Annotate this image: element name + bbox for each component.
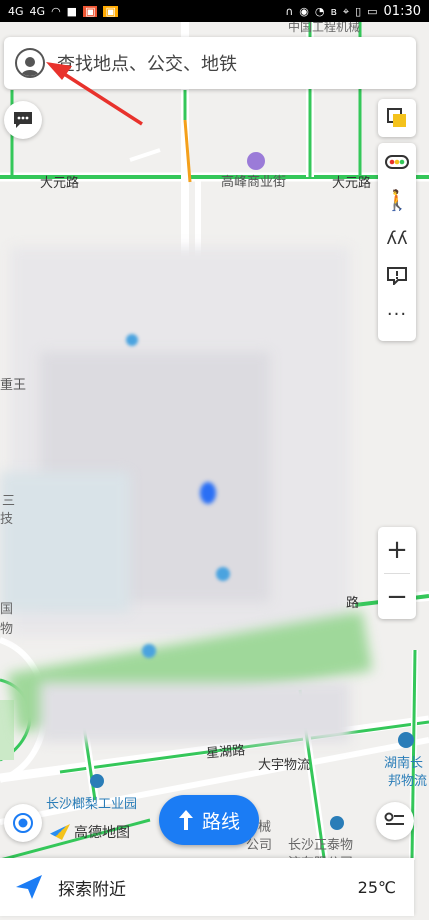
left-edge-label: 物 [0, 622, 14, 637]
avatar[interactable] [15, 48, 45, 78]
status-bar: 4G 4G ◠ ■ ▣ ▣ ∩ ◉ ◔ ʙ ⌖ ▯ ▭ 01:30 [0, 0, 429, 22]
search-bar[interactable]: 查找地点、公交、地铁 [4, 37, 416, 89]
road-label: 大元路 [332, 176, 372, 191]
amap-logo-icon [50, 824, 70, 840]
shopping-poi-icon[interactable] [247, 152, 265, 170]
explore-nearby-label: 探索附近 [58, 879, 126, 900]
battery-icon: ▭ [367, 4, 378, 18]
traffic-light-icon [385, 155, 409, 169]
message-button[interactable] [4, 101, 42, 139]
locate-button[interactable] [4, 804, 42, 842]
left-edge-label: 重王 [0, 378, 27, 393]
send-arrow-icon [16, 875, 42, 899]
alarm-icon: ◔ [314, 4, 325, 18]
park-label: 长沙榔梨工业园 [46, 797, 138, 812]
signal-icon: 4G [8, 4, 24, 18]
poi-dot [216, 567, 230, 581]
headset-icon: ∩ [285, 4, 294, 18]
road-label: 星湖路 [205, 743, 246, 762]
blurred-area [0, 472, 130, 612]
poi-marker[interactable] [398, 732, 414, 748]
poi-label: 高峰商业街 [221, 175, 287, 190]
layers-icon [387, 108, 406, 127]
poi-label: 长沙正泰物 [288, 838, 354, 853]
app-icon: ▣ [103, 4, 118, 18]
user-icon [21, 57, 39, 76]
location-icon: ⌖ [342, 4, 350, 18]
traffic-button[interactable] [378, 143, 416, 181]
report-icon [387, 267, 407, 285]
route-button[interactable]: 路线 [159, 795, 259, 845]
app-icon: ▣ [83, 4, 98, 18]
poi-label: 大宇物流 [258, 758, 311, 773]
wifi-icon: ◠ [51, 4, 61, 18]
blurred-area [40, 682, 350, 742]
zoom-out-button[interactable]: − [378, 574, 416, 620]
left-edge-label: 三 [2, 494, 16, 509]
chat-bubble-icon [14, 112, 32, 128]
park-marker[interactable] [90, 774, 104, 788]
poi-label: 湖南长 [384, 756, 424, 771]
route-label: 路线 [201, 810, 240, 833]
poi-dot [142, 644, 156, 658]
amap-logo-text: 高德地图 [74, 825, 130, 841]
more-icon: ··· [386, 303, 408, 325]
left-edge-label: 国 [0, 602, 14, 617]
explore-bar[interactable]: 探索附近 25℃ [0, 858, 414, 916]
signal-icon: 4G [29, 4, 46, 18]
list-button[interactable] [376, 802, 414, 840]
map-tools-panel: 🚶 ʎʎ ··· [378, 143, 416, 341]
search-input[interactable]: 查找地点、公交、地铁 [57, 50, 237, 76]
road-label: 大元路 [40, 176, 80, 191]
route-arrow-icon [178, 810, 193, 830]
friends-button[interactable]: ʎʎ [378, 219, 416, 257]
layers-button[interactable] [378, 99, 416, 137]
poi-dot [126, 334, 138, 346]
zoom-control: + − [378, 527, 416, 619]
poi-label: 邦物流 [388, 774, 428, 789]
map-view[interactable]: 中国工程机械 大元路 高峰商业街 大元路 重王 三 技 国 物 路 星湖路 大宇… [0, 22, 429, 920]
bluetooth-icon: ʙ [330, 4, 337, 18]
current-location-dot [200, 482, 216, 504]
report-button[interactable] [378, 257, 416, 295]
notification-icon: ■ [66, 4, 78, 18]
left-edge-label: 技 [0, 512, 14, 527]
more-button[interactable]: ··· [378, 295, 416, 333]
poi-marker[interactable] [330, 816, 344, 830]
zoom-in-button[interactable]: + [378, 527, 416, 573]
temperature: 25℃ [357, 877, 396, 897]
eye-icon: ◉ [299, 4, 309, 18]
road-label: 中国工程机械 [288, 22, 361, 34]
list-icon [384, 812, 404, 825]
locate-icon [13, 813, 33, 833]
people-icon: ʎʎ [386, 227, 408, 249]
vibrate-icon: ▯ [355, 4, 362, 18]
amap-logo: 高德地图 [50, 822, 130, 842]
person-walking-icon: 🚶 [384, 188, 410, 212]
road-label: 路 [346, 596, 360, 611]
poi-label: 械 [258, 820, 272, 835]
walk-button[interactable]: 🚶 [378, 181, 416, 219]
clock: 01:30 [383, 3, 421, 19]
